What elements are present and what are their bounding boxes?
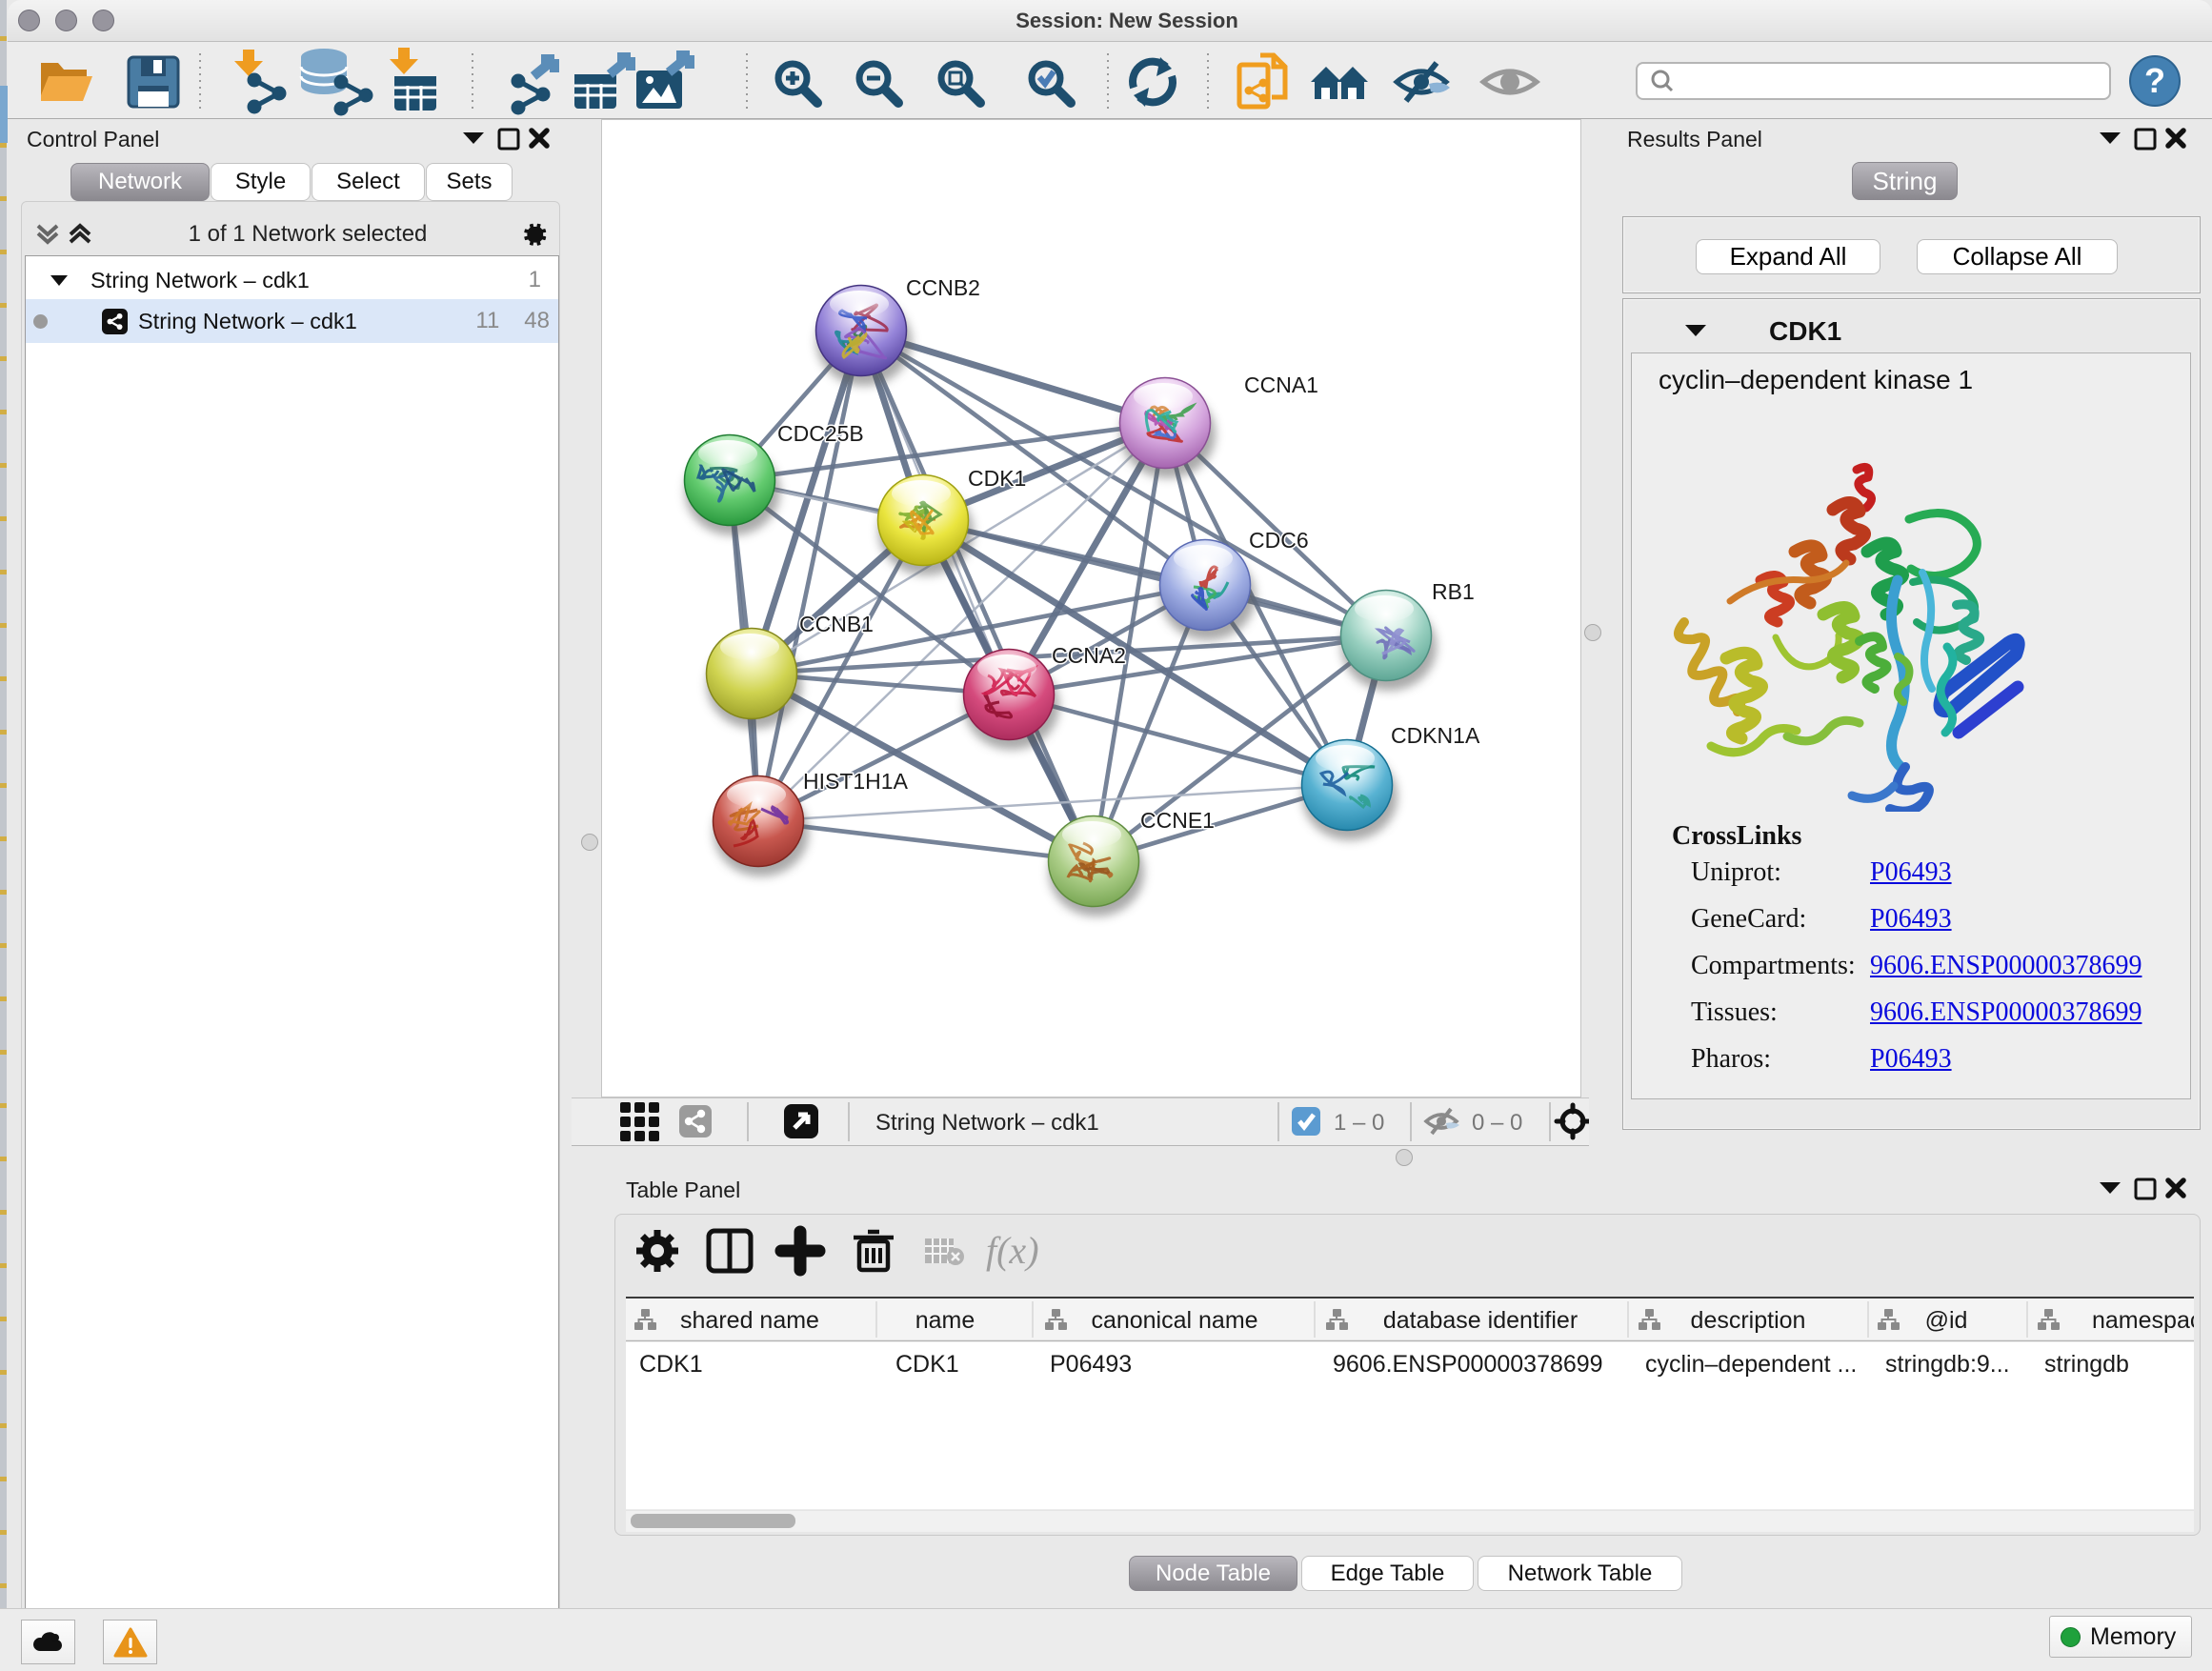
svg-text:namespace: namespace — [2092, 1307, 2194, 1334]
svg-text:String Network – cdk1: String Network – cdk1 — [875, 1110, 1099, 1136]
svg-text:CCNA2: CCNA2 — [1052, 643, 1126, 668]
svg-text:canonical name: canonical name — [1091, 1307, 1257, 1334]
svg-text:database identifier: database identifier — [1383, 1307, 1578, 1334]
svg-text:name: name — [915, 1307, 975, 1334]
svg-text:CDKN1A: CDKN1A — [1391, 723, 1480, 748]
svg-text:?: ? — [2144, 61, 2165, 100]
svg-text:shared name: shared name — [680, 1307, 819, 1334]
svg-text:CCNE1: CCNE1 — [1140, 808, 1215, 833]
svg-text:CCNB2: CCNB2 — [906, 275, 980, 300]
svg-text:P06493: P06493 — [1050, 1351, 1132, 1378]
svg-text:stringdb: stringdb — [2044, 1351, 2129, 1378]
svg-text:description: description — [1691, 1307, 1806, 1334]
svg-text:CDC25B: CDC25B — [777, 421, 864, 446]
svg-text:CCNA1: CCNA1 — [1244, 372, 1318, 397]
svg-text:1 – 0: 1 – 0 — [1334, 1110, 1384, 1136]
svg-text:CDC6: CDC6 — [1249, 528, 1309, 553]
svg-text:9606.ENSP00000378699: 9606.ENSP00000378699 — [1333, 1351, 1603, 1378]
svg-text:CDK1: CDK1 — [639, 1351, 703, 1378]
svg-text:f(x): f(x) — [986, 1229, 1039, 1272]
svg-text:0 – 0: 0 – 0 — [1472, 1110, 1522, 1136]
svg-text:CDK1: CDK1 — [968, 466, 1026, 491]
svg-text:cyclin–dependent ...: cyclin–dependent ... — [1645, 1351, 1857, 1378]
svg-text:CCNB1: CCNB1 — [799, 612, 874, 636]
svg-text:RB1: RB1 — [1432, 579, 1475, 604]
svg-text:HIST1H1A: HIST1H1A — [803, 769, 909, 794]
svg-text:@id: @id — [1925, 1307, 1968, 1334]
svg-text:stringdb:9...: stringdb:9... — [1885, 1351, 2010, 1378]
svg-text:CDK1: CDK1 — [895, 1351, 959, 1378]
